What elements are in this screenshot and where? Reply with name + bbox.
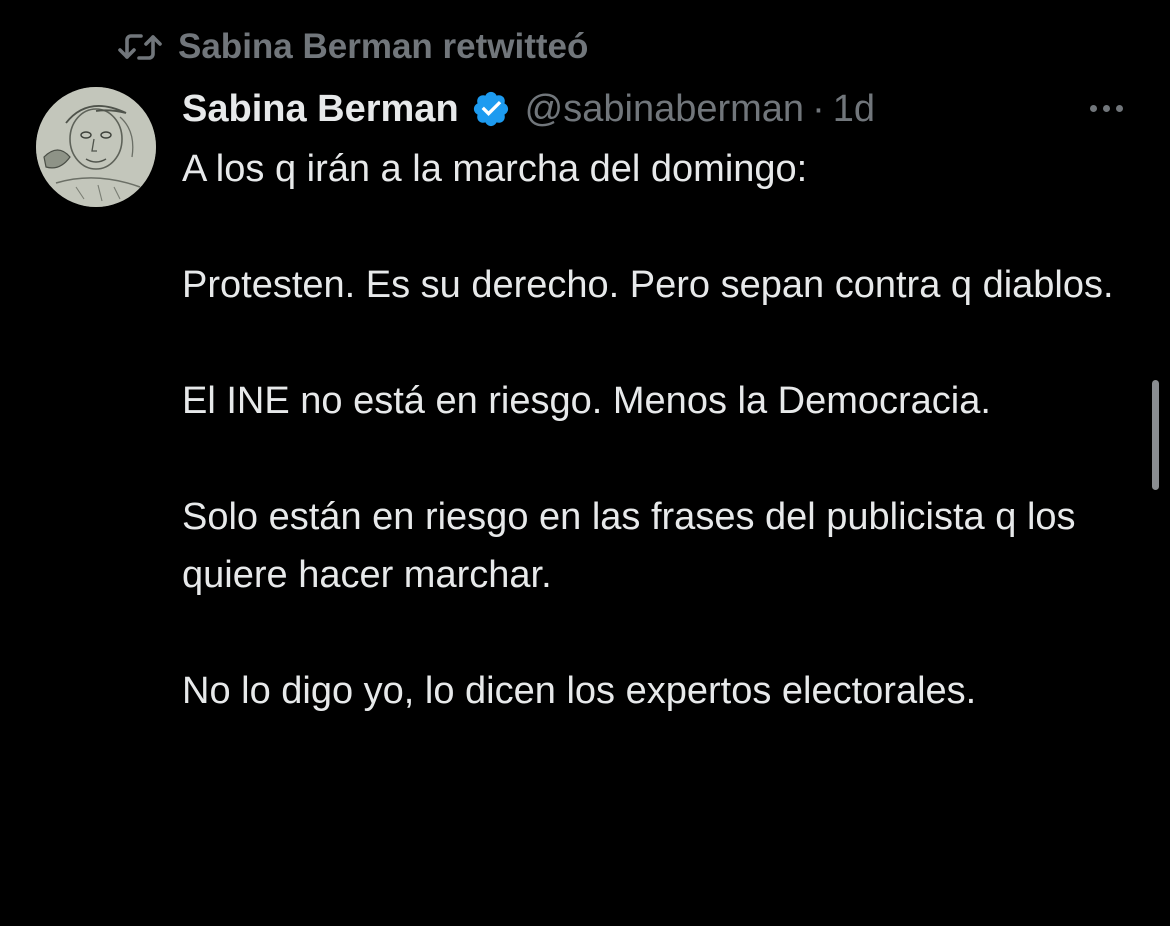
tweet-paragraph: Solo están en riesgo en las frases del p… xyxy=(182,496,1076,596)
tweet-header: Sabina Berman @sabinaberman · 1d xyxy=(182,82,875,136)
tweet-paragraph: A los q irán a la marcha del domingo: xyxy=(182,148,808,190)
tweet-paragraph: No lo digo yo, lo dicen los expertos ele… xyxy=(182,670,977,712)
tweet-paragraph: El INE no está en riesgo. Menos la Democ… xyxy=(182,380,991,422)
scrollbar[interactable] xyxy=(1152,380,1159,490)
author-handle[interactable]: @sabinaberman xyxy=(525,88,804,131)
retweet-context[interactable]: Sabina Berman retwitteó xyxy=(118,24,588,70)
tweet-paragraph: Protesten. Es su derecho. Pero sepan con… xyxy=(182,264,1114,306)
retweet-icon xyxy=(118,30,162,64)
tweet-text: A los q irán a la marcha del domingo: Pr… xyxy=(182,140,1122,720)
more-horizontal-icon[interactable] xyxy=(1078,90,1134,126)
retweet-label: Sabina Berman retwitteó xyxy=(178,27,589,66)
separator-dot: · xyxy=(812,87,825,130)
verified-badge-icon[interactable] xyxy=(471,89,511,129)
author-name[interactable]: Sabina Berman xyxy=(182,88,459,131)
avatar[interactable] xyxy=(36,87,156,207)
tweet-timestamp[interactable]: 1d xyxy=(833,88,875,131)
